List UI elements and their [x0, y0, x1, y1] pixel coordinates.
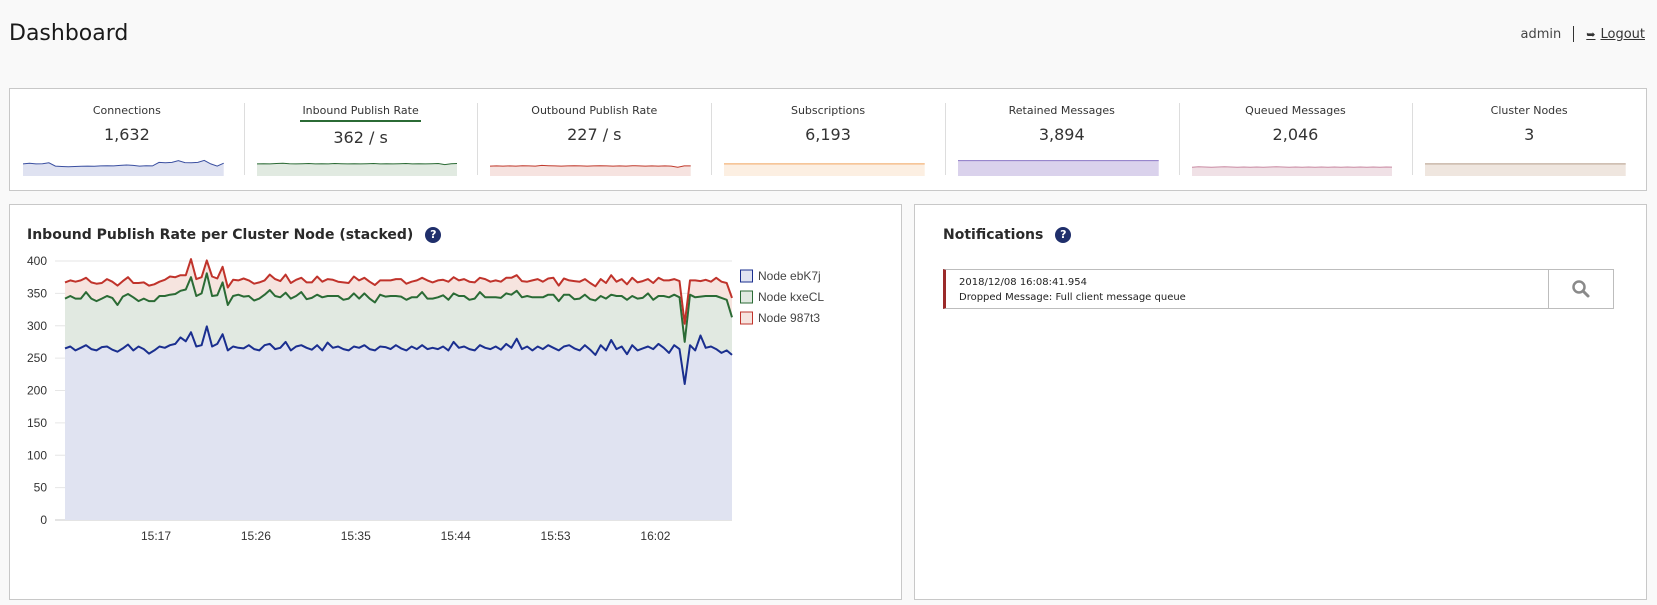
x-tick-label: 15:26 [241, 529, 271, 543]
legend-label: Node ebK7j [758, 269, 821, 283]
y-tick-label: 0 [40, 513, 47, 527]
notifications-panel: Notifications ? 2018/12/08 16:08:41.954 … [914, 204, 1647, 600]
sign-out-icon: ➥ [1586, 27, 1596, 41]
legend-label: Node kxeCL [758, 290, 824, 304]
stat-label: Inbound Publish Rate [300, 104, 421, 122]
stat-value: 3 [1524, 125, 1535, 144]
stat-queued-messages[interactable]: Queued Messages 2,046 [1178, 89, 1413, 190]
stat-retained-messages[interactable]: Retained Messages 3,894 [944, 89, 1179, 190]
sparkline [23, 154, 224, 176]
legend-label: Node 987t3 [758, 311, 820, 325]
sparkline-area [957, 160, 1159, 176]
question-circle-icon[interactable]: ? [1055, 227, 1072, 243]
y-tick-label: 200 [27, 384, 47, 398]
x-tick-label: 15:35 [341, 529, 371, 543]
notifications-header: Notifications ? [943, 227, 1072, 243]
sparkline-area [1425, 163, 1627, 176]
logout-link[interactable]: ➥ Logout [1586, 27, 1645, 42]
sparkline [1425, 154, 1627, 176]
stacked-area-chart: 0 50 100 150 200 250 300 350 400 15:17 15:26 15:35 1… [27, 254, 824, 543]
legend-swatch [740, 311, 753, 325]
x-tick-label: 15:53 [541, 529, 571, 543]
notification-timestamp: 2018/12/08 16:08:41.954 [959, 277, 1087, 288]
user-area: admin ➥ Logout [1521, 26, 1645, 42]
y-tick-label: 300 [27, 319, 47, 333]
sparkline [724, 154, 925, 176]
stat-connections[interactable]: Connections 1,632 [10, 89, 244, 190]
legend-swatch [740, 290, 753, 304]
stat-outbound-publish-rate[interactable]: Outbound Publish Rate 227 / s [477, 89, 711, 190]
search-icon [1572, 280, 1590, 298]
notification-details-button[interactable] [1548, 270, 1613, 308]
sparkline-area [256, 163, 458, 176]
legend-swatch [740, 269, 753, 283]
notifications-title: Notifications [943, 227, 1044, 243]
stat-label: Outbound Publish Rate [531, 104, 658, 117]
logout-label: Logout [1600, 26, 1645, 42]
y-tick-label: 350 [27, 286, 47, 300]
divider [1573, 26, 1575, 42]
y-tick-label: 50 [34, 481, 48, 495]
stat-value: 1,632 [103, 125, 150, 144]
series-area-node-ebk7j [65, 326, 732, 520]
x-tick-label: 15:44 [441, 529, 471, 543]
stat-cluster-nodes[interactable]: Cluster Nodes 3 [1412, 89, 1646, 190]
chart-panel: Inbound Publish Rate per Cluster Node (s… [9, 204, 902, 600]
stat-subscriptions[interactable]: Subscriptions 6,193 [711, 89, 945, 190]
notification-message: Dropped Message: Full client message que… [959, 292, 1186, 303]
stat-label: Connections [92, 104, 161, 117]
sparkline [256, 154, 458, 176]
x-tick-label: 15:17 [141, 529, 171, 543]
stat-value: 3,894 [1038, 125, 1085, 144]
sparkline [490, 154, 692, 176]
y-tick-label: 100 [27, 448, 47, 462]
stats-panel: Connections 1,632 Inbound Publish Rate 362 … [9, 88, 1647, 191]
page-title: Dashboard [9, 21, 129, 46]
y-tick-label: 150 [27, 416, 47, 430]
username-label: admin [1520, 26, 1562, 42]
sparkline-area [724, 163, 925, 176]
notification-item: 2018/12/08 16:08:41.954 Dropped Message:… [943, 269, 1614, 309]
sparkline [1191, 154, 1393, 176]
stat-value: 227 / s [567, 125, 622, 144]
stat-label: Subscriptions [790, 104, 866, 117]
sparkline-area [490, 165, 692, 176]
stat-value: 2,046 [1272, 125, 1319, 144]
stat-label: Retained Messages [1008, 104, 1115, 117]
notification-text: 2018/12/08 16:08:41.954 Dropped Message:… [946, 270, 1548, 308]
stat-inbound-publish-rate[interactable]: Inbound Publish Rate 362 / s [243, 89, 478, 190]
sparkline [957, 154, 1159, 176]
x-tick-label: 16:02 [640, 529, 670, 543]
y-tick-label: 250 [27, 351, 47, 365]
stat-label: Cluster Nodes [1490, 104, 1568, 117]
stat-label: Queued Messages [1245, 104, 1346, 117]
y-tick-label: 400 [27, 254, 47, 268]
sparkline-area [1191, 166, 1393, 176]
stat-value: 6,193 [805, 125, 851, 144]
stat-value: 362 / s [333, 128, 388, 147]
